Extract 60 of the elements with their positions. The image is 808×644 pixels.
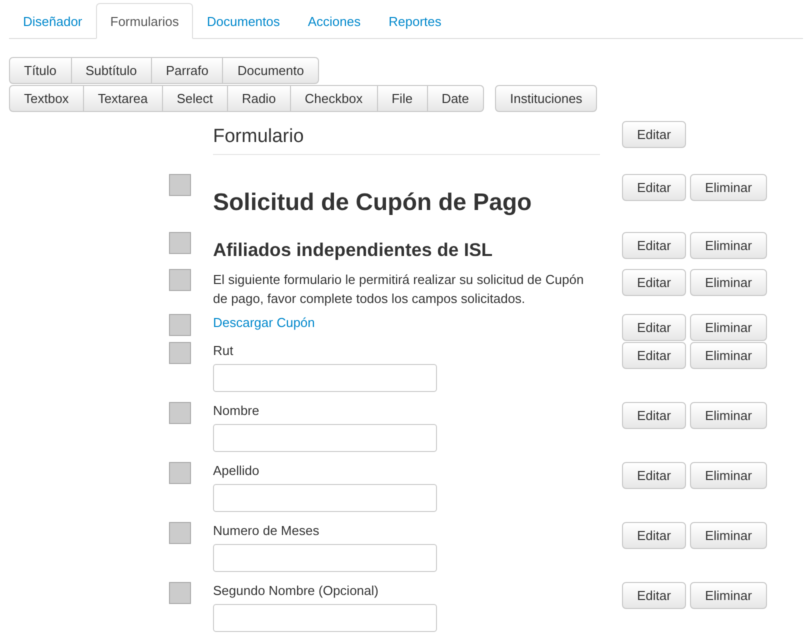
edit-button[interactable]: Editar	[622, 232, 686, 259]
tab[interactable]: Formularios	[96, 3, 193, 39]
toolbar-button[interactable]: Título	[9, 57, 72, 84]
delete-button[interactable]: Eliminar	[690, 402, 767, 429]
toolbar-button[interactable]: Date	[428, 85, 484, 112]
drag-handle[interactable]	[169, 462, 191, 484]
delete-button[interactable]: Eliminar	[690, 269, 767, 296]
delete-button[interactable]: Eliminar	[690, 174, 767, 201]
drag-handle[interactable]	[169, 402, 191, 424]
drag-handle[interactable]	[169, 342, 191, 364]
toolbar-button[interactable]: File	[378, 85, 428, 112]
delete-button[interactable]: Eliminar	[690, 232, 767, 259]
edit-button[interactable]: Editar	[622, 462, 686, 489]
delete-button[interactable]: Eliminar	[690, 342, 767, 369]
edit-button[interactable]: Editar	[622, 269, 686, 296]
tab[interactable]: Diseñador	[9, 3, 96, 39]
edit-button[interactable]: Editar	[622, 174, 686, 201]
toolbar-button[interactable]: Documento	[223, 57, 319, 84]
drag-handle[interactable]	[169, 269, 191, 291]
delete-button[interactable]: Eliminar	[690, 582, 767, 609]
edit-button[interactable]: Editar	[622, 121, 686, 148]
field-label: Segundo Nombre (Opcional)	[213, 582, 380, 600]
tab[interactable]: Reportes	[374, 3, 456, 39]
toolbar-button[interactable]: Select	[162, 85, 228, 112]
toolbar-button[interactable]: Subtítulo	[72, 57, 152, 84]
toolbar-button[interactable]: Textbox	[9, 85, 84, 112]
delete-button[interactable]: Eliminar	[690, 314, 767, 341]
form-subtitle: Afiliados independientes de ISL	[213, 238, 494, 261]
drag-handle[interactable]	[169, 582, 191, 604]
input-field[interactable]	[213, 604, 437, 632]
edit-button[interactable]: Editar	[622, 402, 686, 429]
form-paragraph: El siguiente formulario le permitirá realizar su solicitud de Cupón de pago, favor complete todos los campos solicitados.	[213, 271, 585, 308]
edit-button[interactable]: Editar	[622, 342, 686, 369]
drag-handle[interactable]	[169, 314, 191, 336]
toolbar-button[interactable]: Parrafo	[152, 57, 224, 84]
drag-handle[interactable]	[169, 174, 191, 196]
input-field[interactable]	[213, 364, 437, 392]
input-field[interactable]	[213, 544, 437, 572]
form-title: Solicitud de Cupón de Pago	[213, 188, 533, 217]
drag-handle[interactable]	[169, 232, 191, 254]
form-heading: Formulario	[213, 121, 600, 155]
tab[interactable]: Acciones	[294, 3, 375, 39]
field-label: Apellido	[213, 462, 260, 480]
field-label: Numero de Meses	[213, 522, 320, 540]
edit-button[interactable]: Editar	[622, 314, 686, 341]
toolbar-button[interactable]: Radio	[228, 85, 291, 112]
field-label: Nombre	[213, 402, 260, 420]
drag-handle[interactable]	[169, 522, 191, 544]
tab[interactable]: Documentos	[192, 3, 294, 39]
input-field[interactable]	[213, 424, 437, 452]
download-link[interactable]: Descargar Cupón	[213, 314, 315, 330]
edit-button[interactable]: Editar	[622, 582, 686, 609]
toolbar-button[interactable]: Instituciones	[495, 85, 598, 112]
delete-button[interactable]: Eliminar	[690, 522, 767, 549]
toolbar-button[interactable]: Textarea	[84, 85, 163, 112]
toolbar-button[interactable]: Checkbox	[290, 85, 378, 112]
input-field[interactable]	[213, 484, 437, 512]
field-label: Rut	[213, 342, 234, 360]
delete-button[interactable]: Eliminar	[690, 462, 767, 489]
edit-button[interactable]: Editar	[622, 522, 686, 549]
